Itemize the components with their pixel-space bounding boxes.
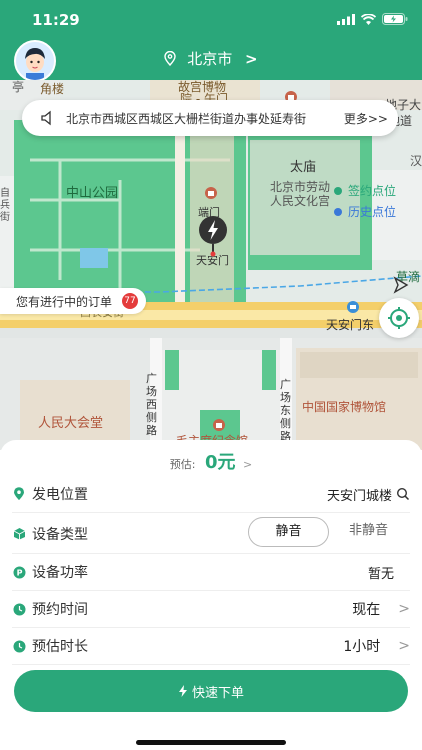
row-label: 发电位置 bbox=[32, 487, 88, 503]
row-power-location[interactable]: 发电位置 天安门城楼 bbox=[12, 476, 410, 513]
status-icons bbox=[337, 13, 408, 25]
battery-icon bbox=[382, 13, 408, 25]
poi-marker-icon bbox=[205, 187, 217, 199]
city-selector[interactable]: 北京市 > bbox=[0, 48, 422, 69]
navigation-arrow-icon[interactable] bbox=[392, 276, 410, 294]
location-value: 天安门城楼 bbox=[326, 488, 392, 504]
poi-marker-icon bbox=[347, 301, 359, 313]
chevron-right-icon: > bbox=[245, 49, 258, 68]
top-bar: 11:29 北京市 > bbox=[0, 0, 422, 82]
duration-value: 1小时 bbox=[343, 639, 381, 655]
map-label: 中山公园 bbox=[66, 186, 119, 201]
map-label: 路 bbox=[146, 424, 157, 437]
row-device-power[interactable]: P 设备功率 暂无 bbox=[12, 554, 410, 591]
status-time: 11:29 bbox=[32, 11, 80, 29]
notice-bar[interactable]: 北京市西城区西城区大栅栏街道办事处延寿街 更多>> bbox=[22, 100, 398, 136]
search-icon[interactable] bbox=[396, 487, 410, 501]
charging-location-marker[interactable] bbox=[198, 215, 228, 257]
clock-icon bbox=[12, 602, 26, 616]
lightning-icon bbox=[178, 685, 187, 697]
sign-point-dot bbox=[334, 186, 342, 195]
history-point-dot bbox=[334, 207, 342, 216]
map-label: 人民大会堂 bbox=[38, 416, 104, 431]
location-pin-icon bbox=[164, 50, 177, 67]
wifi-icon bbox=[361, 13, 376, 25]
map-label: 中国国家博物馆 bbox=[302, 400, 387, 414]
pending-order-label: 您有进行中的订单 bbox=[16, 294, 113, 309]
speaker-icon bbox=[41, 110, 51, 126]
cube-icon bbox=[12, 527, 26, 541]
row-estimated-duration[interactable]: 预估时长 1小时 > bbox=[12, 628, 410, 665]
clock-icon bbox=[12, 639, 26, 653]
notice-text: 北京市西城区西城区大栅栏街道办事处延寿街 bbox=[66, 111, 307, 126]
lightning-marker-icon bbox=[199, 216, 227, 257]
home-indicator[interactable] bbox=[136, 740, 286, 745]
option-silent[interactable]: 静音 bbox=[248, 517, 329, 547]
appointment-value: 现在 bbox=[352, 602, 381, 618]
crosshair-icon bbox=[388, 307, 410, 329]
option-non-silent[interactable]: 非静音 bbox=[329, 517, 408, 547]
quick-order-button[interactable]: 快速下单 bbox=[14, 670, 408, 712]
estimate-price: 0元 bbox=[204, 452, 236, 473]
map-legend: 签约点位 历史点位 bbox=[334, 182, 396, 220]
legend-history-point: 历史点位 bbox=[348, 205, 397, 219]
poi-marker-icon bbox=[213, 419, 225, 431]
chevron-right-icon: > bbox=[243, 458, 253, 471]
row-label: 设备功率 bbox=[32, 565, 88, 581]
map-label: 街 bbox=[0, 212, 10, 223]
map-label: 角楼 bbox=[40, 82, 65, 96]
city-name: 北京市 bbox=[187, 50, 233, 68]
legend-sign-point: 签约点位 bbox=[348, 184, 397, 198]
map-label: 天安门东 bbox=[326, 318, 375, 332]
location-pin-icon bbox=[12, 487, 26, 501]
map-label: 汉 bbox=[410, 154, 422, 168]
pending-order-count-badge: 77 bbox=[122, 293, 139, 309]
map-label: 太庙 bbox=[290, 160, 317, 175]
cellular-signal-icon bbox=[337, 13, 355, 25]
map-label: 人民文化宫 bbox=[270, 194, 331, 208]
home-indicator-area bbox=[0, 720, 422, 750]
notice-more-link[interactable]: 更多>> bbox=[344, 110, 388, 127]
chevron-right-icon: > bbox=[398, 638, 410, 654]
svg-text:P: P bbox=[16, 568, 22, 577]
power-value: 暂无 bbox=[367, 566, 394, 582]
price-estimate[interactable]: 预估: 0元 > bbox=[0, 448, 422, 474]
map-label: 亭 bbox=[12, 80, 25, 94]
quick-order-label: 快速下单 bbox=[191, 685, 244, 701]
row-appointment-time[interactable]: 预约时间 现在 > bbox=[12, 591, 410, 628]
pending-order-banner[interactable]: 您有进行中的订单 77 bbox=[0, 288, 147, 314]
power-badge-icon: P bbox=[12, 565, 26, 579]
locate-me-button[interactable] bbox=[379, 298, 419, 338]
chevron-right-icon: > bbox=[398, 601, 410, 617]
row-label: 预估时长 bbox=[32, 639, 88, 655]
device-type-toggle: 静音 非静音 bbox=[248, 517, 408, 547]
estimate-label: 预估: bbox=[169, 458, 196, 471]
row-label: 预约时间 bbox=[32, 602, 88, 618]
